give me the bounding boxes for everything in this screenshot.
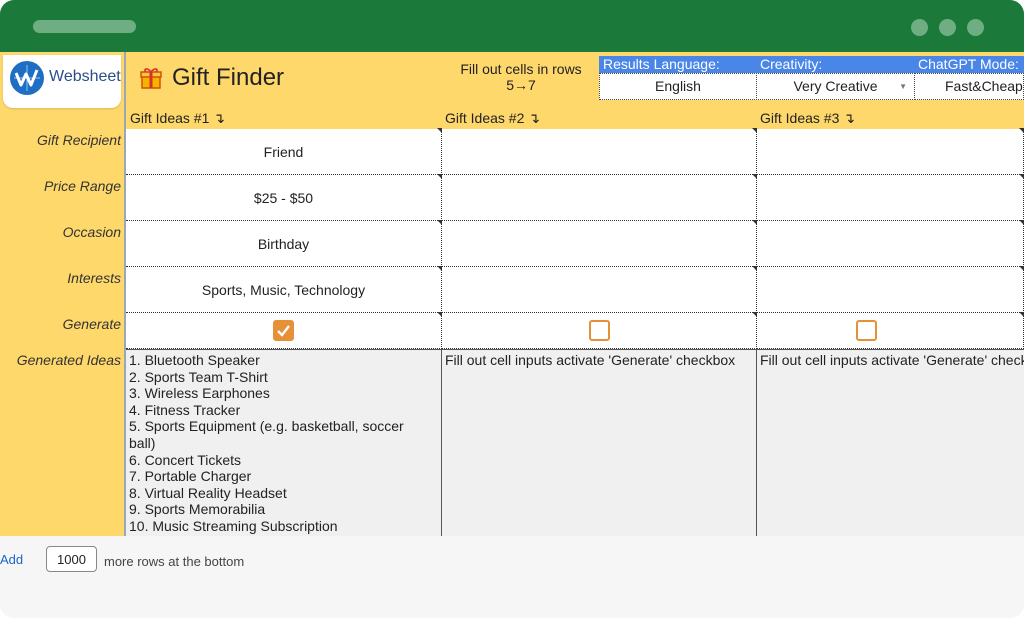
websheet-logo-icon <box>10 61 44 95</box>
spreadsheet: Websheet Gift Finder Fill out cells in r… <box>0 52 1024 536</box>
placeholder-message: Fill out cell inputs activate 'Generate'… <box>760 352 1024 368</box>
generated-ideas-cell-1[interactable]: 1. Bluetooth Speaker 2. Sports Team T-Sh… <box>126 349 442 536</box>
price-range-cell-2[interactable] <box>442 175 757 221</box>
rows-count-input[interactable] <box>46 546 97 572</box>
recipient-cell-1[interactable]: Friend <box>126 129 442 175</box>
rows-suffix-text: more rows at the bottom <box>104 554 244 569</box>
row-label-recipient: Gift Recipient <box>37 132 121 148</box>
column-header-gift-ideas-3: Gift Ideas #3 ↴ <box>760 109 855 127</box>
window-control-dot[interactable] <box>911 19 928 36</box>
creativity-option-header: Creativity: <box>756 56 914 73</box>
generate-cell-3 <box>757 313 1024 349</box>
idea-item: 10. Music Streaming Subscription <box>129 518 438 535</box>
creativity-select[interactable]: Very Creative ▼ <box>756 73 915 100</box>
occasion-cell-3[interactable] <box>757 221 1024 267</box>
occasion-cell-2[interactable] <box>442 221 757 267</box>
row-label-generate: Generate <box>63 316 121 332</box>
gift-icon <box>139 66 163 90</box>
generated-ideas-cell-2[interactable]: Fill out cell inputs activate 'Generate'… <box>442 349 757 536</box>
interests-cell-3[interactable] <box>757 267 1024 313</box>
idea-item: 3. Wireless Earphones <box>129 385 438 402</box>
window-control-dot[interactable] <box>939 19 956 36</box>
generated-ideas-cell-3[interactable]: Fill out cell inputs activate 'Generate'… <box>757 349 1024 536</box>
generate-checkbox-2[interactable] <box>589 320 610 341</box>
creativity-select-value: Very Creative <box>793 78 877 94</box>
column-header-gift-ideas-1: Gift Ideas #1 ↴ <box>130 109 225 127</box>
mode-select[interactable]: Fast&Cheap <box>914 73 1024 100</box>
cell-value: Birthday <box>258 236 309 252</box>
idea-item: 8. Virtual Reality Headset <box>129 485 438 502</box>
occasion-cell-1[interactable]: Birthday <box>126 221 442 267</box>
window-control-dot[interactable] <box>967 19 984 36</box>
recipient-cell-3[interactable] <box>757 129 1024 175</box>
mode-option-header: ChatGPT Mode: <box>914 56 1024 73</box>
language-select[interactable]: English <box>599 73 757 100</box>
generate-cell-2 <box>442 313 757 349</box>
interests-cell-2[interactable] <box>442 267 757 313</box>
column-header-gift-ideas-2: Gift Ideas #2 ↴ <box>445 109 540 127</box>
idea-item: 1. Bluetooth Speaker <box>129 352 438 369</box>
row-label-occasion: Occasion <box>63 224 121 240</box>
fill-instruction-line2: 5→7 <box>449 77 593 93</box>
generate-cell-1 <box>126 313 442 349</box>
dropdown-arrow-icon[interactable]: ▼ <box>899 74 907 99</box>
websheet-logo[interactable]: Websheet <box>3 55 121 108</box>
footer-bar: Add more rows at the bottom <box>0 536 1024 618</box>
app-window: Websheet Gift Finder Fill out cells in r… <box>0 0 1024 618</box>
interests-cell-1[interactable]: Sports, Music, Technology <box>126 267 442 313</box>
idea-item: ball) <box>129 435 438 452</box>
language-select-value: English <box>655 78 701 94</box>
cell-value: Sports, Music, Technology <box>202 282 365 298</box>
idea-item: 7. Portable Charger <box>129 468 438 485</box>
generate-checkbox-3[interactable] <box>856 320 877 341</box>
cell-value: $25 - $50 <box>254 190 313 206</box>
placeholder-message: Fill out cell inputs activate 'Generate'… <box>445 352 735 368</box>
logo-text: Websheet <box>49 68 121 86</box>
address-bar-placeholder <box>33 20 136 33</box>
window-titlebar <box>0 0 1024 52</box>
price-range-cell-1[interactable]: $25 - $50 <box>126 175 442 221</box>
idea-item: 5. Sports Equipment (e.g. basketball, so… <box>129 418 438 435</box>
cell-value: Friend <box>264 144 304 160</box>
row-label-interests: Interests <box>67 270 121 286</box>
idea-item: 4. Fitness Tracker <box>129 402 438 419</box>
row-label-generated-ideas: Generated Ideas <box>17 352 121 368</box>
mode-select-value: Fast&Cheap <box>945 78 1023 94</box>
checkmark-icon <box>276 324 291 337</box>
fill-instruction-line1: Fill out cells in rows <box>449 61 593 77</box>
idea-item: 9. Sports Memorabilia <box>129 501 438 518</box>
idea-item: 6. Concert Tickets <box>129 452 438 469</box>
idea-item: 2. Sports Team T-Shirt <box>129 369 438 386</box>
language-option-header: Results Language: <box>599 56 756 73</box>
generate-checkbox-1[interactable] <box>273 320 294 341</box>
fill-instruction: Fill out cells in rows 5→7 <box>449 61 593 93</box>
recipient-cell-2[interactable] <box>442 129 757 175</box>
page-title: Gift Finder <box>172 64 284 92</box>
add-rows-link[interactable]: Add <box>0 552 23 567</box>
price-range-cell-3[interactable] <box>757 175 1024 221</box>
row-label-price-range: Price Range <box>44 178 121 194</box>
